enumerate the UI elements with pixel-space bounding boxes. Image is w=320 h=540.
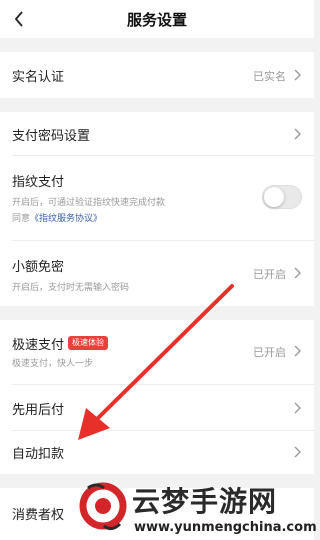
- watermark-title: 云梦手游网: [132, 485, 278, 518]
- realname-status: 已实名: [253, 70, 286, 83]
- row-paylater[interactable]: 先用后付: [0, 384, 314, 430]
- row-nopwd[interactable]: 小额免密 开启后，支付时无需输入密码 已开启: [0, 240, 314, 306]
- nopwd-desc: 开启后，支付时无需输入密码: [12, 283, 130, 293]
- page-title: 服务设置: [126, 10, 187, 29]
- watermark-url: www.yunmengchina.com: [134, 520, 317, 535]
- paylater-label: 先用后付: [12, 403, 65, 418]
- group-services: 极速支付 极速体验 极速支付，快人一步 已开启 先用后付 自动扣款: [0, 320, 314, 474]
- nopwd-status: 已开启: [253, 268, 286, 281]
- nopwd-label: 小额免密: [12, 260, 65, 275]
- fingerprint-desc: 开启后，可通过验证指纹快速完成付款: [12, 198, 166, 208]
- watermark-logo-icon: [79, 482, 127, 531]
- back-button[interactable]: [10, 8, 28, 30]
- consumer-label: 消费者权: [12, 508, 65, 523]
- fastpay-badge: 极速体验: [68, 336, 108, 350]
- chevron-right-icon: [294, 446, 301, 458]
- chevron-right-icon: [294, 345, 301, 357]
- chevron-left-icon: [14, 11, 23, 27]
- agreement-prefix: 同意: [12, 214, 31, 224]
- fastpay-label: 极速支付: [12, 338, 65, 353]
- row-autodeduct[interactable]: 自动扣款: [0, 430, 314, 474]
- row-fingerprint: 指纹支付 开启后，可通过验证指纹快速完成付款 同意《指纹服务协议》: [0, 155, 314, 240]
- group-realname: 实名认证 已实名: [0, 52, 314, 98]
- agreement-link[interactable]: 《指纹服务协议》: [30, 214, 102, 224]
- chevron-right-icon: [294, 402, 301, 414]
- fingerprint-toggle[interactable]: [262, 185, 302, 209]
- realname-label: 实名认证: [12, 70, 65, 85]
- group-payment: 支付密码设置 指纹支付 开启后，可通过验证指纹快速完成付款 同意《指纹服务协议》…: [0, 112, 314, 306]
- fastpay-desc: 极速支付，快人一步: [12, 359, 94, 369]
- chevron-right-icon: [294, 128, 301, 140]
- fastpay-status: 已开启: [253, 346, 286, 359]
- fingerprint-agreement: 同意《指纹服务协议》: [12, 211, 102, 224]
- watermark: 云梦手游网 www.yunmengchina.com: [78, 478, 317, 540]
- row-paypwd[interactable]: 支付密码设置: [0, 112, 314, 155]
- autodeduct-label: 自动扣款: [12, 447, 65, 462]
- toggle-knob: [264, 187, 284, 207]
- row-realname[interactable]: 实名认证 已实名: [0, 52, 314, 98]
- chevron-right-icon: [294, 69, 301, 81]
- fingerprint-label: 指纹支付: [12, 175, 65, 190]
- paypwd-label: 支付密码设置: [12, 129, 91, 144]
- header-bar: 服务设置: [0, 0, 314, 38]
- chevron-right-icon: [294, 267, 301, 279]
- row-fastpay[interactable]: 极速支付 极速体验 极速支付，快人一步 已开启: [0, 320, 314, 384]
